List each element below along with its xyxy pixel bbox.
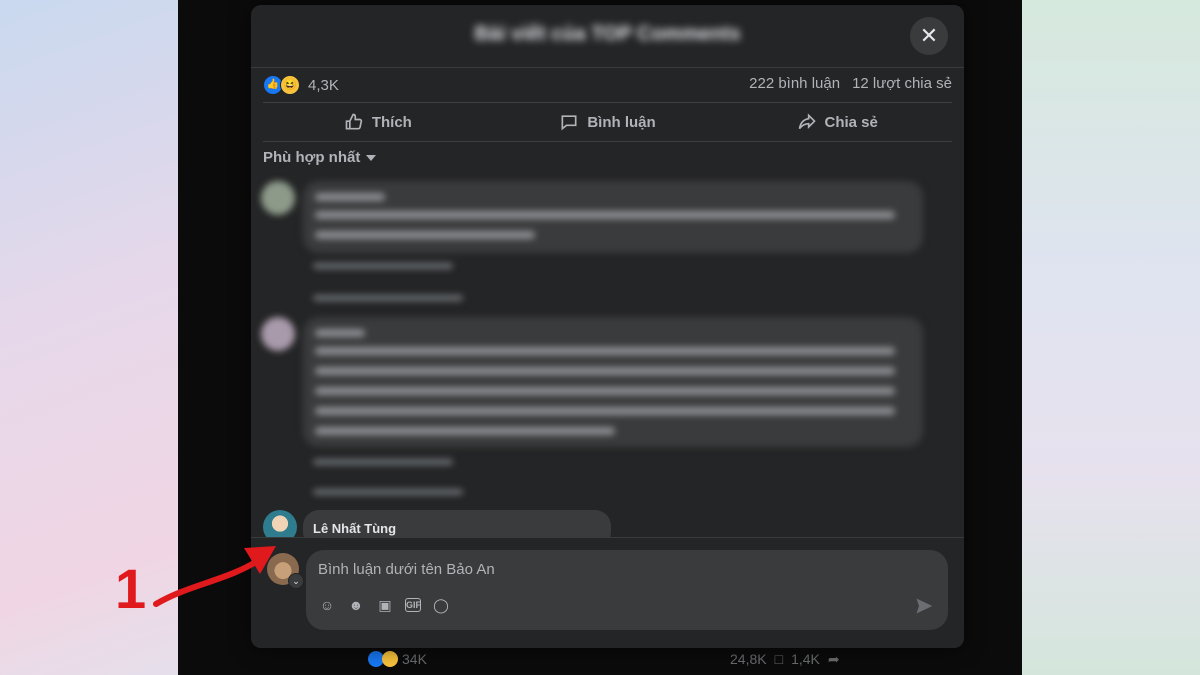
post-actions: Thích Bình luận Chia sẻ xyxy=(263,103,952,142)
share-arrow-icon xyxy=(798,113,816,130)
comment-button[interactable]: Bình luận xyxy=(493,103,723,141)
comment-author[interactable]: Lê Nhất Tùng xyxy=(313,521,396,536)
reactions-summary[interactable]: 👍 😆 4,3K xyxy=(263,75,339,95)
caret-down-icon xyxy=(366,154,377,161)
haha-reaction-icon: 😆 xyxy=(280,75,300,95)
step-number-annotation: 1 xyxy=(115,557,147,620)
thumbs-up-icon xyxy=(345,113,363,130)
background-reactions: 34K xyxy=(368,651,427,667)
background-reaction-count: 34K xyxy=(402,651,427,667)
like-button[interactable]: Thích xyxy=(263,103,493,141)
share-icon: ➦ xyxy=(827,651,840,667)
share-label: Chia sẻ xyxy=(824,113,878,131)
comment-composer: ⌄ Bình luận dưới tên Bảo An ☺ ☻ ▣ GIF ◯ xyxy=(251,537,964,648)
avatar xyxy=(261,181,295,215)
engagement-counts: 222 bình luận 12 lượt chia sẻ xyxy=(749,75,952,92)
comment-bubble xyxy=(303,317,923,447)
background-share-count: 1,4K xyxy=(791,651,820,667)
comment-icon: □ xyxy=(774,651,784,667)
sticker-icon[interactable]: ◯ xyxy=(432,596,450,614)
comment-bubble xyxy=(303,181,923,253)
blurred-comments xyxy=(261,175,923,505)
post-stats: 👍 😆 4,3K 222 bình luận 12 lượt chia sẻ xyxy=(263,67,952,103)
share-button[interactable]: Chia sẻ xyxy=(722,103,952,141)
avatar-sticker-icon[interactable]: ☺ xyxy=(318,596,336,614)
comment-icon xyxy=(561,115,577,131)
composer-toolbar: ☺ ☻ ▣ GIF ◯ xyxy=(318,596,450,614)
camera-icon[interactable]: ▣ xyxy=(376,596,394,614)
background-post-stats: 34K 24,8K □ 1,4K ➦ xyxy=(178,647,1022,675)
chevron-down-icon[interactable]: ⌄ xyxy=(288,573,304,589)
send-icon[interactable] xyxy=(914,596,934,616)
background-counts: 24,8K □ 1,4K ➦ xyxy=(730,651,840,668)
emoji-icon[interactable]: ☻ xyxy=(347,596,365,614)
haha-reaction-icon xyxy=(382,651,398,667)
background-comment-count: 24,8K xyxy=(730,651,767,667)
close-icon[interactable]: ✕ xyxy=(910,17,948,55)
comment-label: Bình luận xyxy=(587,113,656,131)
share-count[interactable]: 12 lượt chia sẻ xyxy=(852,75,952,92)
right-backdrop xyxy=(1022,0,1200,675)
modal-header: Bài viết của TOP Comments ✕ xyxy=(251,5,964,68)
comment-sort-dropdown[interactable]: Phù hợp nhất xyxy=(263,149,377,166)
reaction-count: 4,3K xyxy=(308,76,339,94)
modal-title: Bài viết của TOP Comments xyxy=(474,23,741,45)
post-modal: Bài viết của TOP Comments ✕ 👍 😆 4,3K 222… xyxy=(251,5,964,648)
avatar xyxy=(261,317,295,351)
comment-count[interactable]: 222 bình luận xyxy=(749,75,840,92)
gif-icon[interactable]: GIF xyxy=(405,598,421,612)
red-arrow-annotation xyxy=(153,546,276,607)
comment-input[interactable]: Bình luận dưới tên Bảo An ☺ ☻ ▣ GIF ◯ xyxy=(306,550,948,630)
like-label: Thích xyxy=(371,113,412,131)
sort-label: Phù hợp nhất xyxy=(263,149,361,166)
comment-placeholder: Bình luận dưới tên Bảo An xyxy=(318,561,495,578)
